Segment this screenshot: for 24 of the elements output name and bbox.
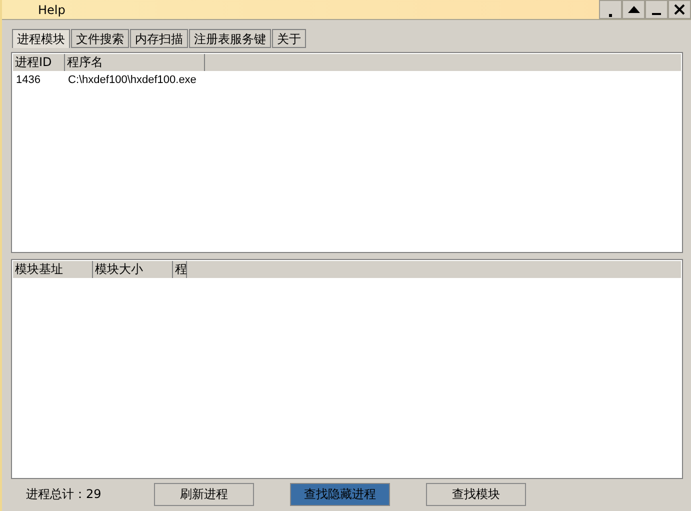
tab[interactable]: 进程模块: [12, 29, 70, 48]
column-header[interactable]: 模块大小: [93, 261, 173, 278]
action-button[interactable]: 刷新进程: [154, 482, 254, 506]
action-button[interactable]: 查找隐藏进程: [290, 482, 390, 506]
action-button[interactable]: 查找模块: [426, 482, 526, 506]
triangle-icon: [628, 6, 640, 13]
column-header[interactable]: 程: [173, 261, 187, 278]
minimize-button[interactable]: [645, 0, 668, 19]
table-cell-text: 1436: [15, 74, 42, 86]
tab[interactable]: 内存扫描: [130, 29, 188, 48]
maximize-button[interactable]: [622, 0, 645, 19]
close-button[interactable]: [668, 0, 691, 19]
table-cell-text: C:\hxdef100\hxdef100.exe: [67, 74, 198, 86]
close-icon: [674, 4, 685, 15]
tab[interactable]: 注册表服务键: [189, 29, 271, 48]
tab[interactable]: 关于: [272, 29, 306, 48]
process-count: 进程总计：29: [26, 486, 102, 502]
window-title: Help: [37, 2, 66, 16]
column-header[interactable]: 进程ID: [13, 54, 65, 71]
help-button[interactable]: [599, 0, 622, 19]
tab[interactable]: 文件搜索: [71, 29, 129, 48]
column-header[interactable]: 程序名: [65, 54, 205, 71]
column-header[interactable]: 模块基址: [13, 261, 93, 278]
minimize-icon: [652, 12, 661, 14]
